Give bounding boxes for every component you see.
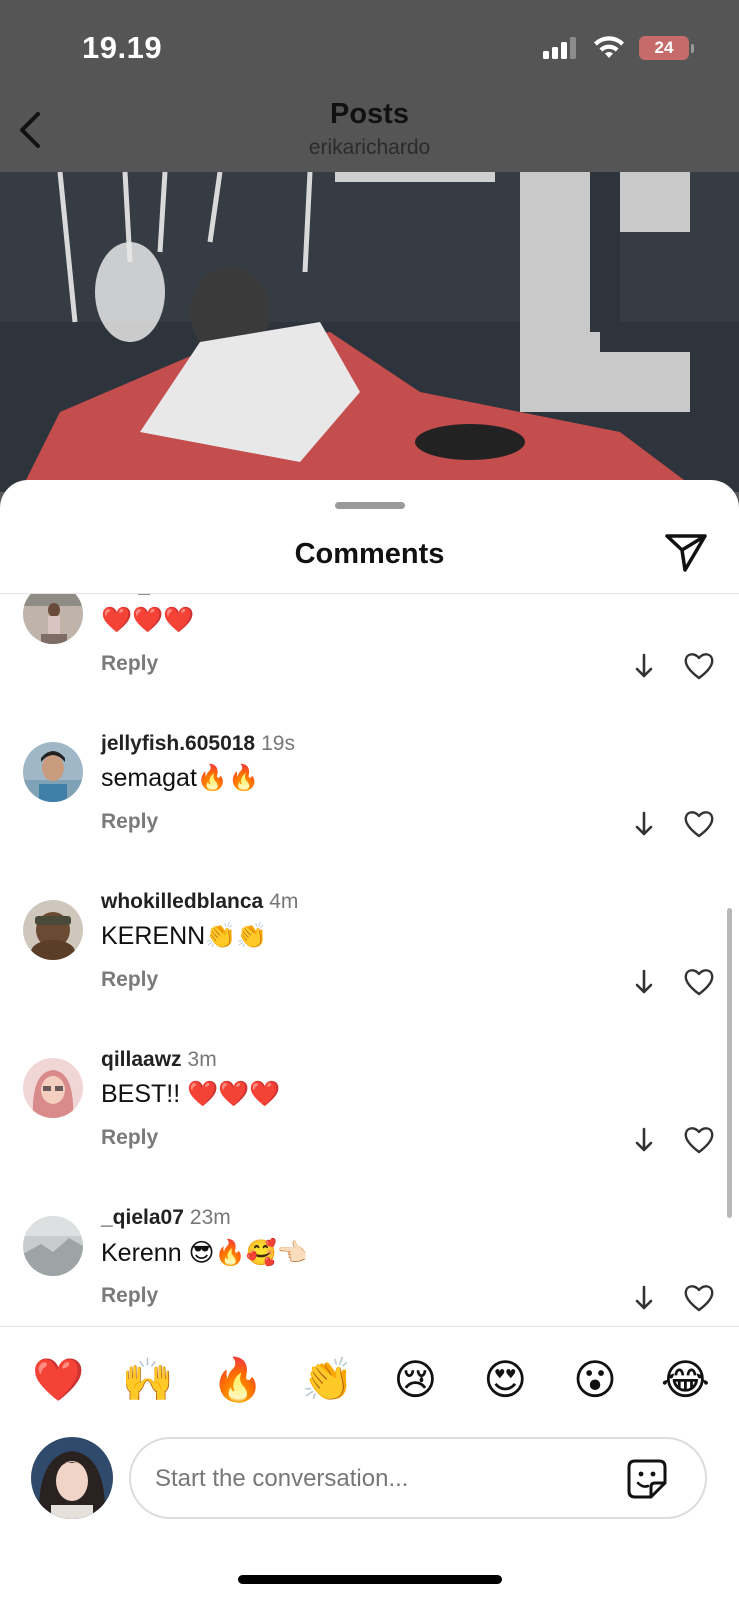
comment-list[interactable]: rika_6543213m ❤️❤️❤️ Reply jellyfish.605… [0, 594, 739, 1326]
scrollbar[interactable] [727, 908, 732, 1218]
quick-emoji-bar: ❤️ 🙌 🔥 👏 😢 😍 😮 😂 [0, 1350, 739, 1410]
heart-icon[interactable] [683, 1283, 715, 1313]
comment-username[interactable]: _qiela07 23m [101, 1206, 231, 1230]
emoji-heart-eyes[interactable]: 😍 [481, 1350, 529, 1410]
emoji-clapping[interactable]: 👏 [302, 1350, 354, 1410]
emoji-crying[interactable]: 😢 [391, 1350, 439, 1410]
comment-item: _qiela07 23m Kerenn 😎🔥🥰👈🏻 Reply [0, 1206, 739, 1326]
reply-button[interactable]: Reply [101, 968, 158, 992]
arrow-down-icon[interactable] [633, 968, 655, 996]
reply-button[interactable]: Reply [101, 1126, 158, 1150]
status-icons: 24 [543, 36, 694, 60]
comment-username[interactable]: rika_6543213m [101, 594, 255, 598]
heart-icon[interactable] [683, 967, 715, 997]
emoji-red-heart[interactable]: ❤️ [32, 1350, 84, 1410]
reply-button[interactable]: Reply [101, 810, 158, 834]
emoji-surprised[interactable]: 😮 [571, 1350, 619, 1410]
avatar[interactable] [23, 742, 83, 802]
signal-icon [543, 37, 576, 59]
home-indicator[interactable] [238, 1575, 502, 1584]
heart-icon[interactable] [683, 1125, 715, 1155]
status-and-header: 19.19 24 Posts erikarichardo [0, 0, 739, 172]
comment-username[interactable]: whokilledblanca 4m [101, 890, 298, 914]
comment-text: Kerenn 😎🔥🥰👈🏻 [101, 1239, 309, 1267]
comment-text: BEST!! ❤️❤️❤️ [101, 1080, 281, 1108]
paper-plane-icon[interactable] [663, 530, 709, 576]
comment-username[interactable]: jellyfish.605018 19s [101, 732, 295, 756]
avatar[interactable] [23, 1058, 83, 1118]
comment-input[interactable] [155, 1457, 595, 1501]
arrow-down-icon[interactable] [633, 1126, 655, 1154]
post-image [0, 172, 739, 492]
comment-item: qillaawz 3m BEST!! ❤️❤️❤️ Reply [0, 1048, 739, 1208]
comment-username[interactable]: qillaawz 3m [101, 1048, 217, 1072]
emoji-fire[interactable]: 🔥 [212, 1350, 264, 1410]
comment-time: 3m [226, 594, 255, 597]
arrow-down-icon[interactable] [633, 1284, 655, 1312]
heart-icon[interactable] [683, 651, 715, 681]
comment-item: whokilledblanca 4m KERENN👏👏 Reply [0, 890, 739, 1050]
divider [0, 1326, 739, 1327]
comment-text: ❤️❤️❤️ [101, 606, 195, 634]
avatar[interactable] [23, 900, 83, 960]
post-author[interactable]: erikarichardo [0, 136, 739, 160]
comment-item: rika_6543213m ❤️❤️❤️ Reply [0, 594, 739, 734]
current-user-avatar [31, 1437, 113, 1519]
comment-text: KERENN👏👏 [101, 922, 268, 950]
heart-icon[interactable] [683, 809, 715, 839]
comment-time: 3m [187, 1048, 217, 1071]
comment-time: 23m [189, 1206, 231, 1229]
reply-button[interactable]: Reply [101, 1284, 158, 1308]
avatar[interactable] [23, 594, 83, 644]
sticker-icon[interactable] [625, 1457, 669, 1501]
arrow-down-icon[interactable] [633, 810, 655, 838]
emoji-raised-hands[interactable]: 🙌 [122, 1350, 174, 1410]
sheet-title: Comments [294, 538, 445, 570]
comment-item: jellyfish.605018 19s semagat🔥🔥 Reply [0, 732, 739, 892]
battery-indicator: 24 [639, 36, 694, 60]
status-time: 19.19 [82, 30, 163, 65]
comment-time: 4m [269, 890, 299, 913]
page-title: Posts [330, 98, 409, 130]
avatar[interactable] [23, 1216, 83, 1276]
comment-text: semagat🔥🔥 [101, 764, 260, 792]
comment-time: 19s [261, 732, 295, 755]
sheet-drag-handle[interactable] [335, 502, 405, 509]
arrow-down-icon[interactable] [633, 652, 655, 680]
wifi-icon [594, 36, 624, 58]
comment-composer [129, 1437, 707, 1519]
post-image-illustration [0, 172, 739, 492]
emoji-tears-of-joy[interactable]: 😂 [661, 1350, 710, 1410]
reply-button[interactable]: Reply [101, 652, 158, 676]
